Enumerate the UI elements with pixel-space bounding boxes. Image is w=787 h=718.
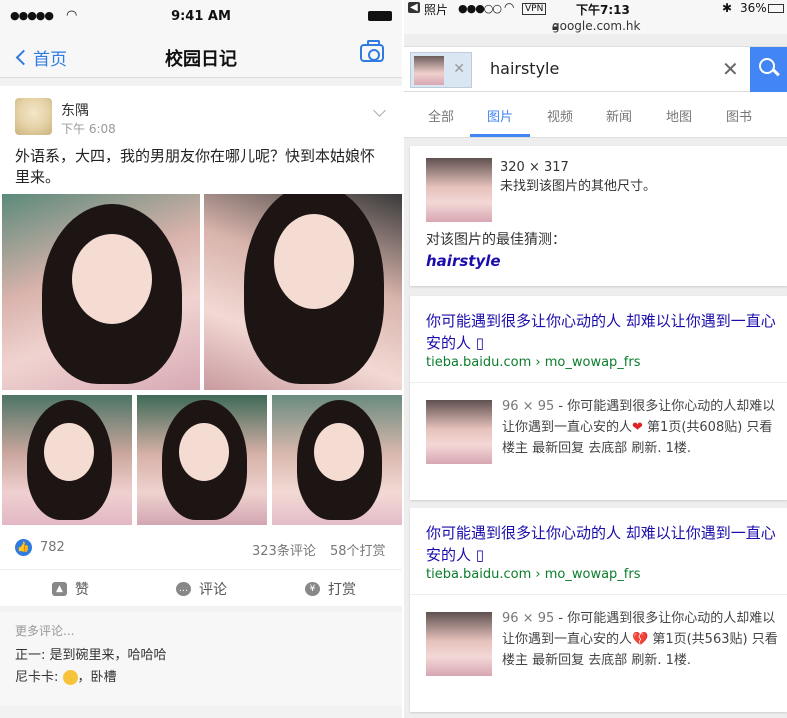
tip-label: 打赏 — [328, 582, 356, 598]
comment-list: 更多评论... 正一: 是到碗里来，哈哈哈 尼卡卡: ，卧槽 — [0, 612, 402, 706]
query-image[interactable] — [426, 158, 492, 222]
comment-colon: : — [41, 648, 50, 663]
search-bar: ✕ hairstyle ✕ — [404, 46, 787, 93]
like-label: 赞 — [75, 582, 89, 598]
post-stats: 👍 782 323条评论 58个打赏 — [0, 526, 402, 570]
search-button[interactable] — [750, 47, 787, 93]
result-url[interactable]: tieba.baidu.com › mo_wowap_frs — [426, 355, 641, 370]
wifi-icon: ◠ — [504, 0, 515, 14]
result-title[interactable]: 你可能遇到很多让你心动的人 却难以让你遇到一直心安的人 ▯ — [426, 310, 776, 354]
back-app-icon[interactable]: ◀ — [408, 2, 420, 13]
battery-icon — [768, 4, 784, 13]
result-title[interactable]: 你可能遇到很多让你心动的人 却难以让你遇到一直心安的人 ▯ — [426, 522, 776, 566]
comment-text: 是到碗里来，哈哈哈 — [49, 648, 167, 663]
remove-image-icon[interactable]: ✕ — [453, 61, 465, 77]
thumbs-up-icon: 👍 — [15, 539, 32, 556]
comment-item: 正一: 是到碗里来，哈哈哈 — [15, 645, 387, 667]
broken-heart-icon: 💔 — [632, 632, 649, 647]
comment-user[interactable]: 尼卡卡 — [15, 670, 54, 685]
tab-images[interactable]: 图片 — [487, 106, 513, 125]
more-comments-link[interactable]: 更多评论... — [15, 622, 387, 639]
photo-face — [274, 214, 354, 309]
active-tab-indicator — [470, 134, 530, 137]
result-snippet: 96 × 95 - 你可能遇到很多让你心动的人却难以让你遇到一直心安的人💔 第1… — [502, 608, 778, 671]
result-separator — [410, 382, 787, 383]
chevron-down-icon[interactable] — [373, 104, 386, 117]
result-url[interactable]: tieba.baidu.com › mo_wowap_frs — [426, 567, 641, 582]
comment-button[interactable]: … 评论 — [176, 579, 227, 599]
page-title: 校园日记 — [165, 49, 237, 70]
tab-maps[interactable]: 地图 — [666, 106, 692, 125]
tab-videos[interactable]: 视频 — [547, 106, 573, 125]
photo-face — [72, 234, 152, 324]
avatar[interactable] — [15, 98, 52, 135]
tab-books[interactable]: 图书 — [726, 106, 752, 125]
url-text: google.com.hk — [552, 19, 641, 33]
comment-icon: … — [176, 582, 191, 596]
result-dims: 96 × 95 — [502, 611, 555, 626]
nav-bar: 首页 校园日记 — [0, 34, 402, 78]
tab-all[interactable]: 全部 — [428, 106, 454, 125]
tab-news[interactable]: 新闻 — [606, 106, 632, 125]
like-button[interactable]: ▲ 赞 — [52, 579, 89, 599]
comment-label: 评论 — [199, 582, 227, 598]
google-image-search-screen: ◀ 照片 ●●●○○ ◠ VPN 下午7:13 ✱ 36% 🔒︎ google.… — [404, 0, 787, 718]
result-separator — [410, 594, 787, 595]
status-time: 9:41 AM — [171, 9, 231, 24]
post-header: 东隅 下午 6:08 — [0, 86, 402, 144]
comment-user[interactable]: 正一 — [15, 648, 41, 663]
best-guess-label: 对该图片的最佳猜测： — [426, 232, 566, 248]
thumbs-up-icon: ▲ — [52, 582, 67, 596]
status-bar: ●●●●● ◠ 9:41 AM — [0, 0, 402, 34]
query-image-thumbnail — [414, 56, 444, 85]
comment-count[interactable]: 323条评论 — [252, 540, 316, 559]
battery-icon — [368, 11, 392, 21]
search-result: 你可能遇到很多让你心动的人 却难以让你遇到一直心安的人 ▯ tieba.baid… — [410, 296, 787, 500]
no-other-sizes: 未找到该图片的其他尺寸。 — [500, 179, 657, 194]
search-result: 你可能遇到很多让你心动的人 却难以让你遇到一直心安的人 ▯ tieba.baid… — [410, 508, 787, 712]
comment-colon: : — [54, 670, 63, 685]
comment-text: ，卧槽 — [77, 670, 117, 685]
heart-icon: ❤ — [632, 420, 643, 435]
post-card: 东隅 下午 6:08 外语系，大四，我的男朋友你在哪儿呢？快到本姑娘怀里来。 👍… — [0, 86, 402, 606]
signal-indicator: ●●●○○ — [458, 2, 502, 15]
post-photo[interactable] — [272, 395, 402, 525]
tip-button[interactable]: ¥ 打赏 — [305, 579, 356, 599]
battery-percent: 36% — [740, 1, 767, 15]
search-image-chip[interactable]: ✕ — [410, 52, 472, 88]
like-count: 782 — [40, 540, 65, 555]
photo-face — [44, 423, 94, 481]
clear-search-icon[interactable]: ✕ — [722, 57, 739, 81]
camera-icon[interactable] — [360, 40, 384, 62]
result-snippet: 96 × 95 - 你可能遇到很多让你心动的人却难以让你遇到一直心安的人❤ 第1… — [502, 396, 778, 459]
result-thumbnail[interactable] — [426, 612, 492, 676]
photo-face — [179, 423, 229, 481]
tieba-post-screen: ●●●●● ◠ 9:41 AM 首页 校园日记 东隅 下午 6:08 外语系，大… — [0, 0, 402, 718]
comment-item: 尼卡卡: ，卧槽 — [15, 667, 387, 689]
post-photo[interactable] — [137, 395, 267, 525]
result-dims: 96 × 95 — [502, 399, 555, 414]
post-photo[interactable] — [204, 194, 402, 390]
tip-count[interactable]: 58个打赏 — [330, 540, 386, 559]
yen-coin-icon: ¥ — [305, 582, 320, 596]
search-tabs: 全部 图片 视频 新闻 地图 图书 — [404, 92, 787, 138]
photo-face — [314, 423, 364, 481]
post-photo[interactable] — [2, 194, 200, 390]
bluetooth-icon: ✱ — [722, 1, 733, 15]
post-actions: ▲ 赞 … 评论 ¥ 打赏 — [0, 569, 402, 606]
result-thumbnail[interactable] — [426, 400, 492, 464]
post-username[interactable]: 东隅 — [61, 100, 89, 120]
back-app-label[interactable]: 照片 — [424, 1, 448, 18]
search-input[interactable]: hairstyle — [490, 59, 559, 78]
post-text: 外语系，大四，我的男朋友你在哪儿呢？快到本姑娘怀里来。 — [15, 147, 376, 186]
status-bar: ◀ 照片 ●●●○○ ◠ VPN 下午7:13 ✱ 36% 🔒︎ google.… — [404, 0, 787, 34]
status-time: 下午7:13 — [576, 3, 630, 17]
best-guess-link[interactable]: hairstyle — [426, 252, 501, 271]
post-time: 下午 6:08 — [61, 122, 116, 136]
vpn-badge: VPN — [522, 3, 547, 15]
smile-emoji-icon — [62, 670, 78, 685]
image-info-card: 320 × 317 未找到该图片的其他尺寸。 对该图片的最佳猜测： hairst… — [410, 146, 787, 286]
image-size: 320 × 317 — [500, 160, 569, 175]
post-photo[interactable] — [2, 395, 132, 525]
